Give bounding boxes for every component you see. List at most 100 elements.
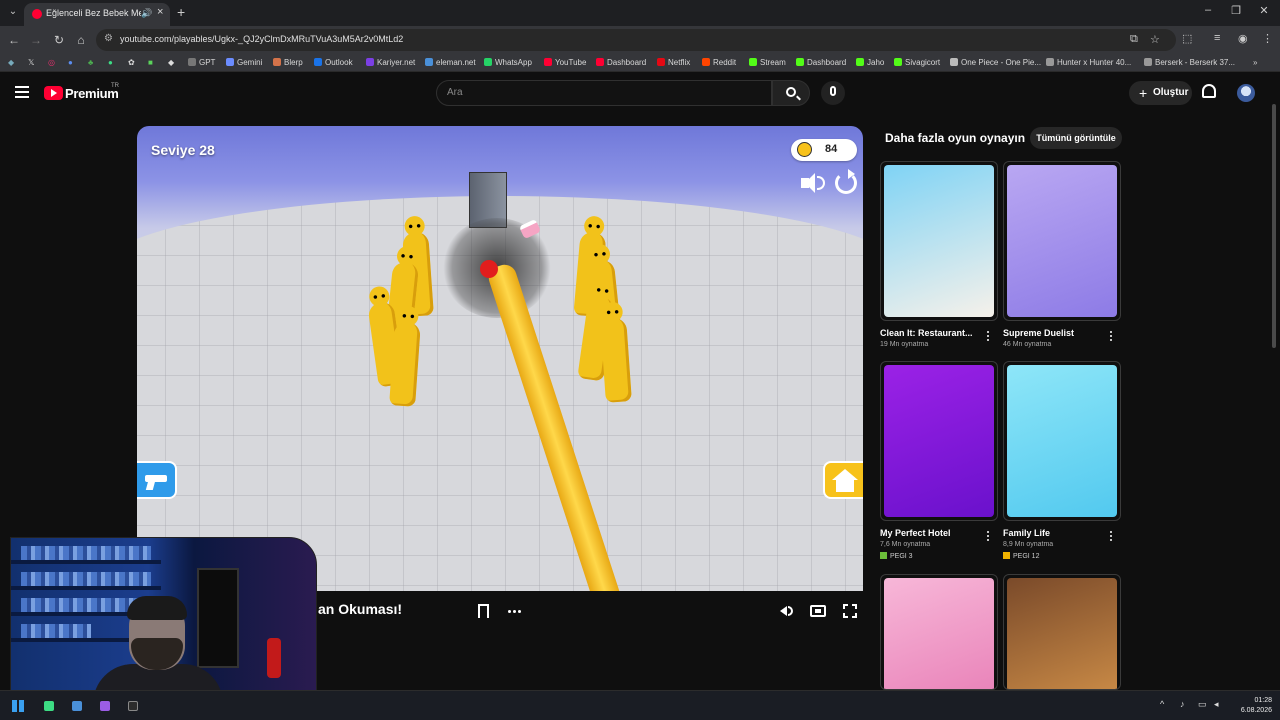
bookmark-instagram-icon[interactable]: ◎	[48, 57, 55, 69]
tray-network-icon[interactable]: ▭	[1198, 699, 1207, 710]
fullscreen-icon[interactable]	[842, 603, 858, 619]
see-all-button[interactable]: Tümünü görüntüle	[1030, 127, 1122, 149]
bookmark-item[interactable]: Outlook	[314, 57, 353, 69]
start-icon[interactable]	[12, 700, 24, 712]
create-button[interactable]: + Oluştur	[1129, 81, 1192, 105]
notifications-bell-icon[interactable]	[1202, 84, 1216, 98]
tab-audio-icon[interactable]: 🔊	[141, 8, 152, 19]
bookmark-item[interactable]: eleman.net	[425, 57, 476, 69]
save-bookmark-icon[interactable]	[478, 604, 489, 619]
browser-tab-active[interactable]: Eğlenceli Bez Bebek Meydanı 🔊 ×	[24, 3, 170, 26]
tab-close-icon[interactable]: ×	[157, 6, 163, 18]
bookmark-app-icon[interactable]: ◆	[8, 57, 14, 69]
game-thumbnail	[1007, 578, 1117, 689]
voice-search-button[interactable]	[821, 81, 845, 105]
bookmarks-overflow-icon[interactable]: »	[1253, 57, 1257, 69]
extensions-icon[interactable]: ⬚	[1182, 32, 1192, 45]
bookmark-item[interactable]: Netflix	[657, 57, 690, 69]
youtube-logo-icon[interactable]	[44, 86, 63, 100]
profile-icon[interactable]: ◉	[1238, 32, 1248, 45]
bookmark-item[interactable]: Reddit	[702, 57, 736, 69]
more-options-icon[interactable]	[508, 610, 511, 613]
weapon-select-button[interactable]	[137, 461, 177, 499]
bookmark-item[interactable]: GPT	[188, 57, 215, 69]
address-bar[interactable]: ⚙ youtube.com/playables/Ugkx-_QJ2yClmDxM…	[96, 29, 1176, 51]
forward-button[interactable]: →	[28, 32, 44, 48]
bookmark-r-icon[interactable]: ●	[68, 57, 73, 69]
game-title-partial: an Okuması!	[318, 601, 403, 617]
game-sound-button[interactable]	[801, 172, 827, 194]
bookmark-item[interactable]: WhatsApp	[484, 57, 532, 69]
bookmark-x-icon[interactable]: 𝕏	[28, 57, 34, 69]
bookmark-star-icon[interactable]: ☆	[1150, 33, 1160, 46]
bookmark-item[interactable]: Stream	[749, 57, 786, 69]
bookmark-item[interactable]: Sivagicort	[894, 57, 940, 69]
bookmark-item[interactable]: Dashboard	[796, 57, 846, 69]
bookmark-diamond-icon[interactable]: ◆	[168, 57, 174, 69]
tab-search-icon[interactable]: ⌄	[6, 5, 20, 19]
bookmark-item[interactable]: Blerp	[273, 57, 303, 69]
game-thumbnail	[1007, 365, 1117, 517]
game-canvas[interactable]: Seviye 28 84	[137, 126, 863, 591]
browser-menu-icon[interactable]: ⋮	[1262, 32, 1273, 45]
tray-mic-icon[interactable]: ♪	[1180, 699, 1185, 709]
game-card-title[interactable]: Supreme Duelist	[1003, 328, 1074, 338]
bookmark-item[interactable]: YouTube	[544, 57, 586, 69]
game-home-button[interactable]	[823, 461, 863, 499]
bookmark-item[interactable]: One Piece - One Pie...	[950, 57, 1041, 69]
tray-volume-icon[interactable]: ◂	[1214, 699, 1219, 710]
game-card[interactable]	[1003, 574, 1121, 690]
bookmark-kick-icon[interactable]: ■	[148, 57, 153, 69]
game-card[interactable]	[880, 361, 998, 521]
card-more-icon[interactable]	[984, 531, 992, 543]
game-card[interactable]	[880, 161, 998, 321]
maximize-button[interactable]: ❐	[1228, 4, 1244, 17]
bookmark-item[interactable]: Kariyer.net	[366, 57, 415, 69]
taskbar-clock[interactable]: 01:28 6.08.2026	[1232, 696, 1272, 716]
card-more-icon[interactable]	[1107, 331, 1115, 343]
game-card-title[interactable]: Clean It: Restaurant...	[880, 328, 973, 338]
game-card-plays: 46 Mn oynatma	[1003, 341, 1052, 348]
microphone-icon	[830, 86, 836, 96]
site-info-icon[interactable]: ⚙	[104, 33, 113, 44]
card-more-icon[interactable]	[984, 331, 992, 343]
new-tab-button[interactable]: +	[177, 4, 185, 20]
game-card-title[interactable]: My Perfect Hotel	[880, 528, 951, 538]
hamburger-menu-icon[interactable]	[15, 86, 29, 98]
bookmark-item[interactable]: Berserk - Berserk 37...	[1144, 57, 1235, 69]
close-window-button[interactable]: ✕	[1256, 4, 1272, 17]
skull-icon	[797, 142, 812, 157]
tray-chevron-icon[interactable]: ^	[1160, 699, 1164, 709]
page-scrollbar[interactable]	[1272, 104, 1276, 348]
install-app-icon[interactable]: ⧉	[1130, 33, 1138, 46]
search-icon	[786, 87, 796, 97]
back-button[interactable]: ←	[6, 32, 22, 48]
volume-icon[interactable]	[778, 604, 794, 618]
game-card-title[interactable]: Family Life	[1003, 528, 1050, 538]
search-button[interactable]	[772, 80, 810, 106]
card-more-icon[interactable]	[1107, 531, 1115, 543]
restart-icon[interactable]	[835, 169, 857, 194]
media-control-icon[interactable]: ≡	[1214, 32, 1220, 44]
game-card[interactable]	[1003, 161, 1121, 321]
reload-button[interactable]: ↻	[51, 32, 67, 48]
taskbar-app-icon[interactable]	[72, 701, 82, 711]
minimize-button[interactable]: –	[1200, 4, 1216, 16]
game-card[interactable]	[1003, 361, 1121, 521]
taskbar-app-icon[interactable]	[100, 701, 110, 711]
theater-mode-icon[interactable]	[810, 605, 826, 617]
game-card[interactable]	[880, 574, 998, 690]
home-button[interactable]: ⌂	[73, 32, 89, 48]
avatar[interactable]	[1237, 84, 1255, 102]
kill-counter: 84	[791, 139, 857, 161]
taskbar-app-icon[interactable]	[44, 701, 54, 711]
bookmark-item[interactable]: Gemini	[226, 57, 262, 69]
bookmark-item[interactable]: Hunter x Hunter 40...	[1046, 57, 1131, 69]
bookmark-circle-icon[interactable]: ●	[108, 57, 113, 69]
taskbar-app-icon[interactable]	[128, 701, 138, 711]
bookmark-item[interactable]: Jaho	[856, 57, 884, 69]
bookmark-leaf-icon[interactable]: ♣	[88, 57, 93, 69]
search-input[interactable]	[447, 87, 747, 98]
bookmark-item[interactable]: Dashboard	[596, 57, 646, 69]
bookmark-gear-icon[interactable]: ✿	[128, 57, 135, 69]
